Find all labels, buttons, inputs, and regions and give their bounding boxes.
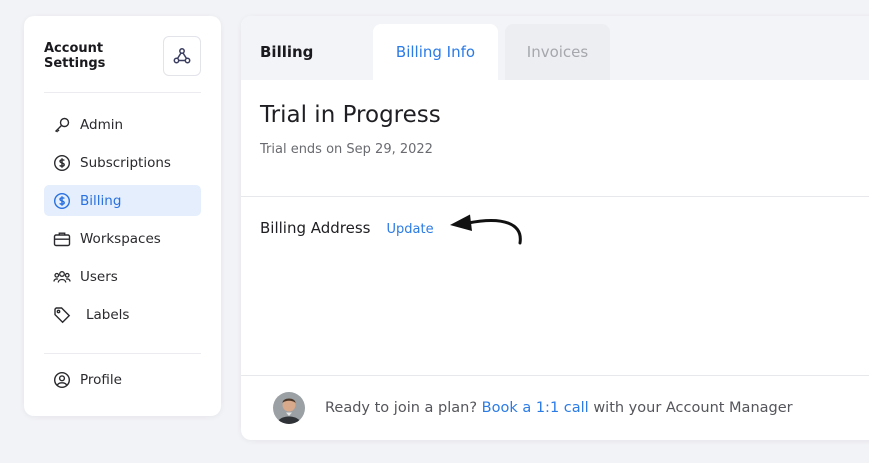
section-divider (241, 196, 869, 197)
briefcase-icon (52, 229, 72, 249)
tab-invoices[interactable]: Invoices (505, 24, 610, 80)
sidebar-nav: Admin Subscriptions Billing Workspaces U… (44, 109, 201, 337)
arrow-annotation-icon (450, 214, 522, 245)
sidebar-item-subscriptions[interactable]: Subscriptions (44, 147, 201, 178)
book-call-link[interactable]: Book a 1:1 call (482, 400, 589, 416)
sidebar-item-workspaces[interactable]: Workspaces (44, 223, 201, 254)
sidebar-divider (44, 92, 201, 93)
billing-address-row: Billing Address Update (260, 219, 434, 237)
avatar (273, 392, 305, 424)
sidebar-item-labels[interactable]: Labels (44, 299, 201, 330)
dollar-circle-icon (52, 191, 72, 211)
billing-panel: Billing Billing Info Invoices Trial in P… (241, 16, 869, 440)
sidebar-item-users[interactable]: Users (44, 261, 201, 292)
sidebar-item-label: Workspaces (80, 230, 161, 247)
section-title: Billing (260, 43, 314, 61)
sidebar-item-profile[interactable]: Profile (44, 364, 201, 395)
footer-divider (241, 375, 869, 376)
settings-sidebar: Account Settings Admin Subscriptions Bil… (24, 16, 221, 416)
tab-bar: Billing Billing Info Invoices (241, 16, 869, 80)
key-icon (52, 115, 72, 135)
users-icon (52, 267, 72, 287)
sidebar-profile-section: Profile (44, 364, 201, 402)
sidebar-item-label: Subscriptions (80, 154, 171, 171)
sidebar-divider (44, 353, 201, 354)
footer-prefix: Ready to join a plan? (325, 400, 478, 416)
tab-billing-info[interactable]: Billing Info (373, 24, 498, 80)
sidebar-item-billing[interactable]: Billing (44, 185, 201, 216)
sidebar-item-label: Profile (80, 371, 122, 388)
footer-text: Ready to join a plan? Book a 1:1 call wi… (325, 400, 793, 416)
tag-icon (52, 305, 72, 325)
footer-suffix: with your Account Manager (593, 400, 793, 416)
workflow-button[interactable] (162, 36, 201, 76)
sidebar-item-admin[interactable]: Admin (44, 109, 201, 140)
workflow-nodes-icon (173, 48, 191, 64)
sidebar-item-label: Users (80, 268, 118, 285)
billing-address-label: Billing Address (260, 219, 371, 237)
trial-subtitle: Trial ends on Sep 29, 2022 (260, 142, 433, 157)
sidebar-header: Account Settings (44, 36, 201, 76)
update-link[interactable]: Update (387, 222, 434, 237)
user-circle-icon (52, 370, 72, 390)
trial-title: Trial in Progress (260, 102, 441, 128)
sidebar-title: Account Settings (44, 41, 106, 71)
sidebar-item-label: Billing (80, 192, 122, 209)
dollar-circle-icon (52, 153, 72, 173)
sidebar-item-label: Admin (80, 116, 124, 133)
sidebar-item-label: Labels (86, 306, 130, 323)
footer-cta: Ready to join a plan? Book a 1:1 call wi… (273, 391, 793, 425)
